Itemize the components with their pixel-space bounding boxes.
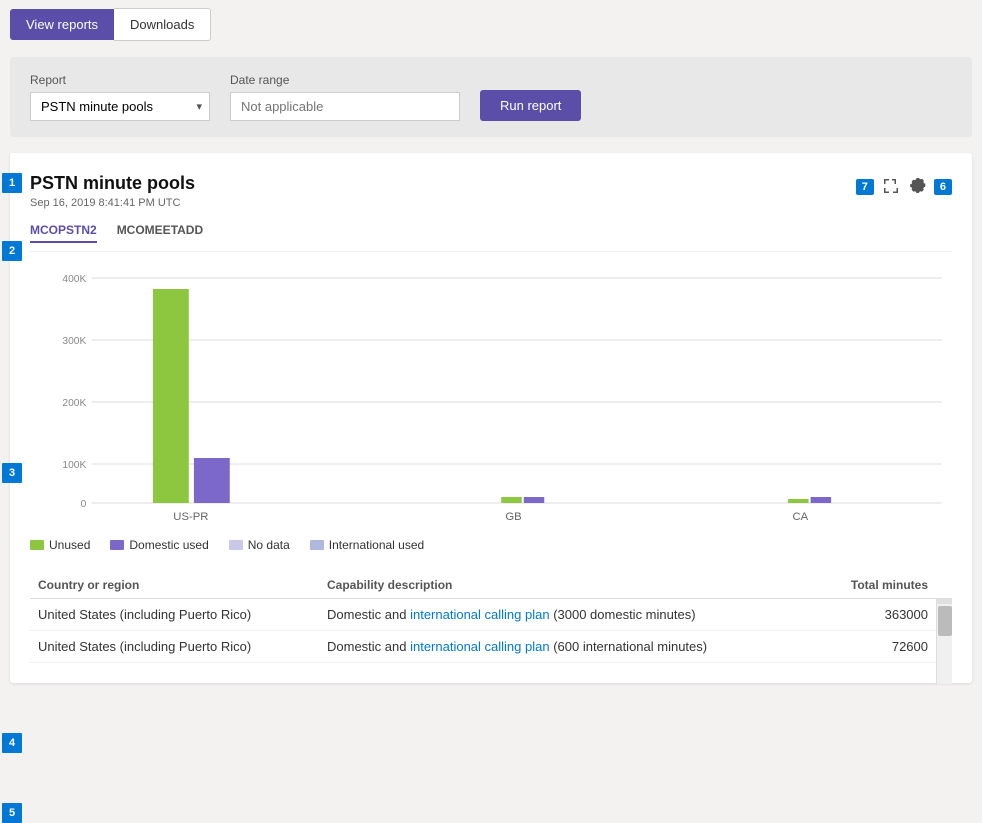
svg-text:100K: 100K (62, 460, 86, 471)
settings-button[interactable] (906, 173, 930, 201)
legend-label-domestic: Domestic used (129, 538, 208, 552)
cell-capability-1: Domestic and international calling plan … (319, 599, 819, 631)
chart-svg: 400K 300K 200K 100K 0 US-PR GB CA (30, 268, 952, 528)
report-actions: 7 6 (856, 173, 952, 201)
report-container: 1 PSTN minute pools Sep 16, 2019 8:41:41… (10, 153, 972, 683)
badge-6: 6 (934, 179, 952, 195)
svg-text:200K: 200K (62, 398, 86, 409)
col-country: Country or region (30, 572, 319, 599)
legend-domestic: Domestic used (110, 538, 208, 552)
date-range-input[interactable] (230, 92, 460, 121)
chart-legend: Unused Domestic used No data Internation… (30, 538, 952, 552)
report-filter-group: Report PSTN minute pools ▾ (30, 73, 210, 121)
view-reports-button[interactable]: View reports (10, 9, 114, 40)
side-badge-4: 4 (2, 733, 22, 753)
legend-label-unused: Unused (49, 538, 90, 552)
capability-text-1b: (3000 domestic minutes) (550, 607, 696, 622)
svg-text:0: 0 (81, 499, 87, 510)
chart-tabs: MCOPSTN2 MCOMEETADD (30, 223, 952, 252)
capability-link-2[interactable]: international calling plan (410, 639, 549, 654)
chart-area: 400K 300K 200K 100K 0 US-PR GB CA (30, 268, 952, 528)
table-row: United States (including Puerto Rico) Do… (30, 631, 952, 663)
svg-text:400K: 400K (62, 274, 86, 285)
cell-minutes-2: 72600 (819, 631, 936, 663)
capability-text-2b: (600 international minutes) (550, 639, 708, 654)
table-row: United States (including Puerto Rico) Do… (30, 599, 952, 631)
svg-text:US-PR: US-PR (173, 511, 208, 523)
capability-link-1[interactable]: international calling plan (410, 607, 549, 622)
legend-swatch-international (310, 540, 324, 550)
report-select-wrap: PSTN minute pools ▾ (30, 92, 210, 121)
legend-international: International used (310, 538, 424, 552)
side-badge-3: 3 (2, 463, 22, 483)
report-subtitle: Sep 16, 2019 8:41:41 PM UTC (30, 197, 195, 209)
cell-country-2: United States (including Puerto Rico) (30, 631, 319, 663)
legend-swatch-unused (30, 540, 44, 550)
legend-swatch-domestic (110, 540, 124, 550)
expand-button[interactable] (878, 173, 902, 201)
downloads-button[interactable]: Downloads (114, 8, 211, 41)
side-badge-1: 1 (2, 173, 22, 193)
report-label: Report (30, 73, 210, 87)
capability-text-2: Domestic and (327, 639, 410, 654)
table-head: Country or region Capability description… (30, 572, 952, 599)
capability-text-1: Domestic and (327, 607, 410, 622)
cell-country-1: United States (including Puerto Rico) (30, 599, 319, 631)
svg-text:300K: 300K (62, 336, 86, 347)
report-title-group: PSTN minute pools Sep 16, 2019 8:41:41 P… (30, 173, 195, 209)
cell-minutes-1: 363000 (819, 599, 936, 631)
report-select[interactable]: PSTN minute pools (30, 92, 210, 121)
data-table: Country or region Capability description… (30, 572, 952, 663)
filter-panel: Report PSTN minute pools ▾ Date range Ru… (10, 57, 972, 137)
svg-text:CA: CA (793, 511, 809, 523)
scrollbar-thumb (938, 606, 952, 636)
legend-unused: Unused (30, 538, 90, 552)
side-badge-5: 5 (2, 803, 22, 823)
svg-text:GB: GB (505, 511, 521, 523)
tab-mcomeetadd[interactable]: MCOMEETADD (117, 223, 203, 243)
report-header: PSTN minute pools Sep 16, 2019 8:41:41 P… (30, 173, 952, 209)
report-title: PSTN minute pools (30, 173, 195, 194)
badge-7: 7 (856, 179, 874, 195)
legend-label-nodata: No data (248, 538, 290, 552)
run-report-button[interactable]: Run report (480, 90, 581, 121)
date-range-label: Date range (230, 73, 460, 87)
tab-mcopstn2[interactable]: MCOPSTN2 (30, 223, 97, 243)
table-header-row: Country or region Capability description… (30, 572, 952, 599)
scrollbar[interactable] (936, 604, 952, 684)
col-minutes: Total minutes (819, 572, 936, 599)
side-badge-2: 2 (2, 241, 22, 261)
col-scroll (936, 572, 952, 599)
expand-icon (882, 177, 898, 193)
col-capability: Capability description (319, 572, 819, 599)
cell-capability-2: Domestic and international calling plan … (319, 631, 819, 663)
legend-nodata: No data (229, 538, 290, 552)
legend-swatch-nodata (229, 540, 243, 550)
top-nav: View reports Downloads (0, 0, 982, 49)
date-range-filter-group: Date range (230, 73, 460, 121)
table-body: United States (including Puerto Rico) Do… (30, 599, 952, 663)
gear-icon (910, 177, 926, 193)
legend-label-international: International used (329, 538, 424, 552)
table-section: Country or region Capability description… (30, 572, 952, 663)
